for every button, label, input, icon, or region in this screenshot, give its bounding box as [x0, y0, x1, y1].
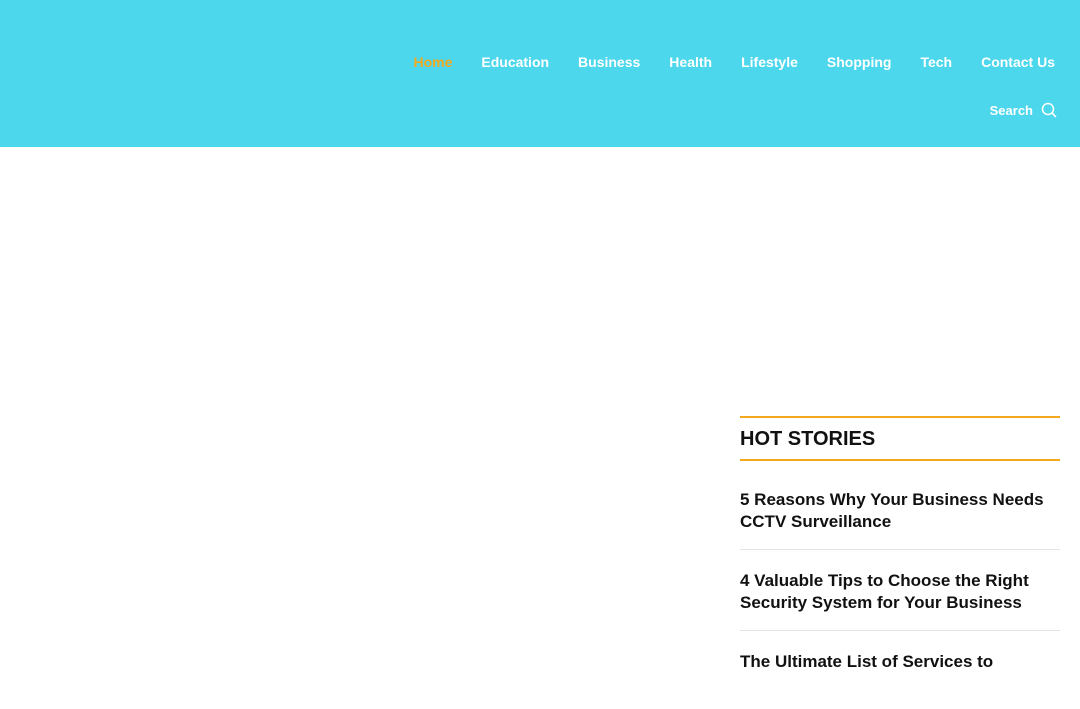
- story-link[interactable]: The Ultimate List of Services to: [740, 651, 1060, 689]
- nav-item-shopping[interactable]: Shopping: [827, 52, 892, 72]
- search-icon: [1041, 102, 1057, 118]
- nav-item-education[interactable]: Education: [481, 52, 549, 72]
- story-link[interactable]: 4 Valuable Tips to Choose the Right Secu…: [740, 570, 1060, 631]
- hot-stories-header: HOT STORIES: [740, 416, 1060, 461]
- sidebar: HOT STORIES 5 Reasons Why Your Business …: [740, 416, 1060, 709]
- story-list: 5 Reasons Why Your Business Needs CCTV S…: [740, 489, 1060, 689]
- main-nav: Home Education Business Health Lifestyle…: [384, 52, 1055, 72]
- nav-item-lifestyle[interactable]: Lifestyle: [741, 52, 798, 72]
- search-button[interactable]: Search: [990, 102, 1057, 118]
- nav-item-home[interactable]: Home: [413, 52, 452, 72]
- hot-stories-title: HOT STORIES: [740, 428, 876, 450]
- main-content: HOT STORIES 5 Reasons Why Your Business …: [0, 147, 1080, 675]
- nav-item-contact-us[interactable]: Contact Us: [981, 52, 1055, 72]
- site-header: Home Education Business Health Lifestyle…: [0, 0, 1080, 147]
- nav-item-tech[interactable]: Tech: [920, 52, 952, 72]
- story-link[interactable]: 5 Reasons Why Your Business Needs CCTV S…: [740, 489, 1060, 550]
- nav-item-health[interactable]: Health: [669, 52, 712, 72]
- search-label: Search: [989, 102, 1033, 118]
- nav-item-business[interactable]: Business: [578, 52, 640, 72]
